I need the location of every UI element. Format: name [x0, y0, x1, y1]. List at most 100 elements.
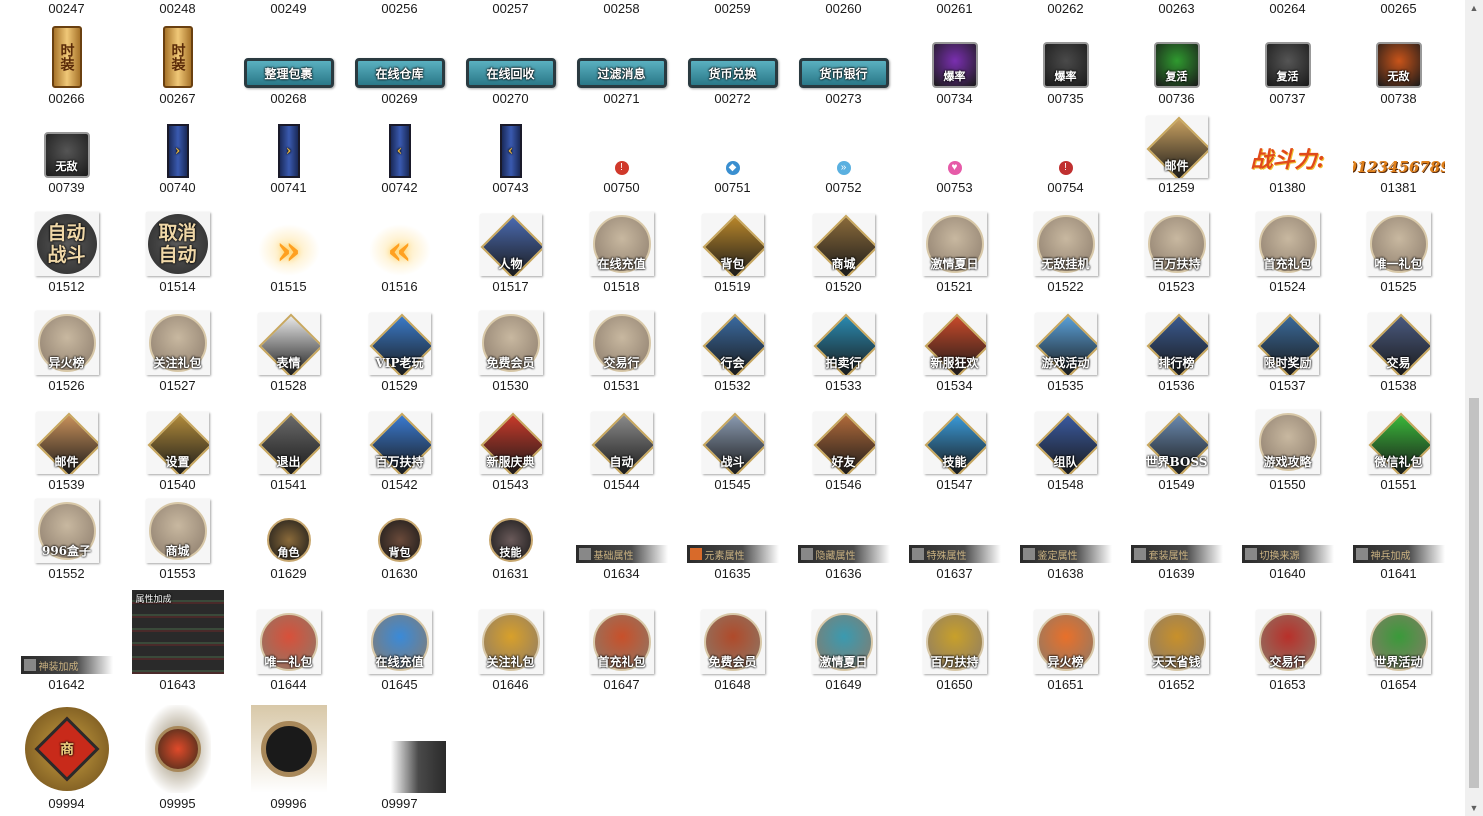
file-item[interactable]: » 01515: [233, 0, 344, 816]
file-item[interactable]: 首充礼包 01524: [1232, 0, 1343, 816]
file-item[interactable]: 无敌 00739: [11, 0, 122, 816]
file-item[interactable]: 00258: [566, 0, 677, 816]
file-item[interactable]: 世界活动 01654: [1343, 0, 1454, 816]
file-item[interactable]: ‹ 00742: [344, 0, 455, 816]
file-item[interactable]: 设置 01540: [122, 0, 233, 816]
file-item[interactable]: 00264: [1232, 0, 1343, 816]
file-item[interactable]: 隐藏属性 01636: [788, 0, 899, 816]
file-item[interactable]: 0123456789 01381: [1343, 0, 1454, 816]
file-item[interactable]: 首充礼包 01647: [566, 0, 677, 816]
file-item[interactable]: 技能 01547: [899, 0, 1010, 816]
file-item[interactable]: 唯一礼包 01525: [1343, 0, 1454, 816]
file-item[interactable]: 交易行 01653: [1232, 0, 1343, 816]
file-item[interactable]: 货币银行 00273: [788, 0, 899, 816]
file-item[interactable]: 组队 01548: [1010, 0, 1121, 816]
file-item[interactable]: ! 00750: [566, 0, 677, 816]
file-item[interactable]: 激情夏日 01649: [788, 0, 899, 816]
file-item[interactable]: 过滤消息 00271: [566, 0, 677, 816]
file-item[interactable]: 邮件 01539: [11, 0, 122, 816]
file-item[interactable]: 996盒子 01552: [11, 0, 122, 816]
file-item[interactable]: 00260: [788, 0, 899, 816]
file-item[interactable]: ! 00754: [1010, 0, 1121, 816]
vertical-scrollbar[interactable]: ▲ ▼: [1465, 0, 1483, 816]
file-item[interactable]: 在线仓库 00269: [344, 0, 455, 816]
file-item[interactable]: 激情夏日 01521: [899, 0, 1010, 816]
file-item[interactable]: 关注礼包 01646: [455, 0, 566, 816]
file-item[interactable]: 限时奖励 01537: [1232, 0, 1343, 816]
file-item[interactable]: 元素属性 01635: [677, 0, 788, 816]
file-item[interactable]: 神装加成 01642: [11, 0, 122, 816]
file-item[interactable]: 00257: [455, 0, 566, 816]
file-item[interactable]: 背包 01519: [677, 0, 788, 816]
file-item[interactable]: 百万扶持 01650: [899, 0, 1010, 816]
file-item[interactable]: 整理包裹 00268: [233, 0, 344, 816]
file-item[interactable]: 技能 01631: [455, 0, 566, 816]
file-item[interactable]: 背包 01630: [344, 0, 455, 816]
file-item[interactable]: 时装 00266: [11, 0, 122, 816]
file-item[interactable]: 09996: [233, 0, 344, 816]
file-item[interactable]: 游戏活动 01535: [1010, 0, 1121, 816]
scroll-down-icon[interactable]: ▼: [1465, 800, 1483, 816]
file-item[interactable]: 无敌挂机 01522: [1010, 0, 1121, 816]
file-item[interactable]: 复活 00737: [1232, 0, 1343, 816]
file-item[interactable]: 属性加成 01643: [122, 0, 233, 816]
file-item[interactable]: 00248: [122, 0, 233, 816]
file-item[interactable]: 在线回收 00270: [455, 0, 566, 816]
file-item[interactable]: 基础属性 01634: [566, 0, 677, 816]
file-item[interactable]: 时装 00267: [122, 0, 233, 816]
file-item[interactable]: 00265: [1343, 0, 1454, 816]
file-item[interactable]: 货币兑换 00272: [677, 0, 788, 816]
file-item[interactable]: 关注礼包 01527: [122, 0, 233, 816]
file-item[interactable]: 百万扶持 01542: [344, 0, 455, 816]
file-item[interactable]: 好友 01546: [788, 0, 899, 816]
file-item[interactable]: 鉴定属性 01638: [1010, 0, 1121, 816]
file-item[interactable]: 新服庆典 01543: [455, 0, 566, 816]
file-item[interactable]: 09995: [122, 0, 233, 816]
file-item[interactable]: 异火榜 01526: [11, 0, 122, 816]
file-item[interactable]: 00262: [1010, 0, 1121, 816]
file-item[interactable]: 交易 01538: [1343, 0, 1454, 816]
file-item[interactable]: 切换来源 01640: [1232, 0, 1343, 816]
file-item[interactable]: 人物 01517: [455, 0, 566, 816]
file-item[interactable]: 09997: [344, 0, 455, 816]
file-item[interactable]: 战斗 01545: [677, 0, 788, 816]
scrollbar-thumb[interactable]: [1469, 398, 1479, 788]
file-item[interactable]: 爆率 00735: [1010, 0, 1121, 816]
file-item[interactable]: 交易行 01531: [566, 0, 677, 816]
file-item[interactable]: 取消 自动 01514: [122, 0, 233, 816]
file-item[interactable]: 在线充值 01645: [344, 0, 455, 816]
file-item[interactable]: 特殊属性 01637: [899, 0, 1010, 816]
file-item[interactable]: › 00741: [233, 0, 344, 816]
file-item[interactable]: 无敌 00738: [1343, 0, 1454, 816]
file-item[interactable]: 战斗力: 01380: [1232, 0, 1343, 816]
file-item[interactable]: ♥ 00753: [899, 0, 1010, 816]
file-item[interactable]: 游戏攻略 01550: [1232, 0, 1343, 816]
file-item[interactable]: 00256: [344, 0, 455, 816]
file-item[interactable]: 自动 战斗 01512: [11, 0, 122, 816]
file-item[interactable]: 00249: [233, 0, 344, 816]
file-item[interactable]: 00247: [11, 0, 122, 816]
file-item[interactable]: 表情 01528: [233, 0, 344, 816]
file-item[interactable]: 拍卖行 01533: [788, 0, 899, 816]
file-item[interactable]: 异火榜 01651: [1010, 0, 1121, 816]
file-item[interactable]: 神兵加成 01641: [1343, 0, 1454, 816]
file-item[interactable]: ‹ 00743: [455, 0, 566, 816]
file-item[interactable]: › 00740: [122, 0, 233, 816]
file-item[interactable]: VIP老玩 01529: [344, 0, 455, 816]
file-item[interactable]: 00259: [677, 0, 788, 816]
file-item[interactable]: 商城 01520: [788, 0, 899, 816]
file-item[interactable]: 自动 01544: [566, 0, 677, 816]
file-item[interactable]: 角色 01629: [233, 0, 344, 816]
file-item[interactable]: 邮件 01259: [1121, 0, 1232, 816]
file-item[interactable]: ◆ 00751: [677, 0, 788, 816]
file-item[interactable]: « 01516: [344, 0, 455, 816]
file-item[interactable]: 退出 01541: [233, 0, 344, 816]
file-item[interactable]: 行会 01532: [677, 0, 788, 816]
file-item[interactable]: 免费会员 01648: [677, 0, 788, 816]
file-item[interactable]: 免费会员 01530: [455, 0, 566, 816]
file-item[interactable]: 00261: [899, 0, 1010, 816]
file-item[interactable]: 微信礼包 01551: [1343, 0, 1454, 816]
file-item[interactable]: 在线充值 01518: [566, 0, 677, 816]
scroll-up-icon[interactable]: ▲: [1465, 0, 1483, 16]
file-item[interactable]: 商 09994: [11, 0, 122, 816]
